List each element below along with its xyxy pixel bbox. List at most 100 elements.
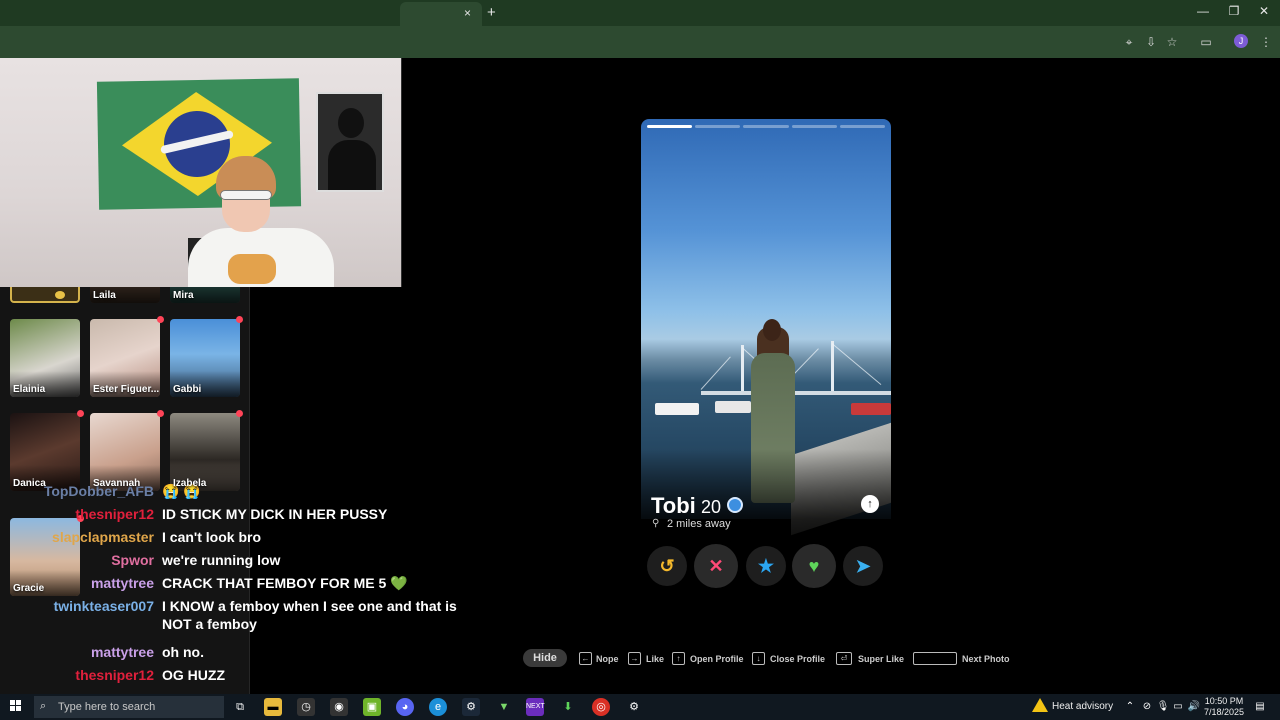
boat <box>655 403 699 415</box>
menu-kebab-icon[interactable]: ⋮ <box>1258 34 1274 50</box>
rewind-icon: ↺ <box>659 555 675 576</box>
bridge-cable <box>700 356 731 390</box>
rewind-button[interactable]: ↺ <box>647 546 687 586</box>
clock-time: 10:50 PM <box>1204 696 1244 706</box>
photo-progress-segment <box>839 125 886 128</box>
match-name: Izabela <box>173 478 207 489</box>
clock-app-icon[interactable]: ◷ <box>297 698 315 716</box>
restore-button[interactable]: ❐ <box>1224 4 1244 18</box>
nope-button[interactable]: ✕ <box>694 544 738 588</box>
boost-button[interactable]: ➤ <box>843 546 883 586</box>
browser-toolbar <box>0 26 1280 58</box>
download-app-icon[interactable]: ⬇ <box>559 698 577 716</box>
match-card[interactable]: Ester Figuer... <box>90 319 160 397</box>
super-like-button[interactable]: ★ <box>746 546 786 586</box>
discord-icon[interactable]: ◕ <box>396 698 414 716</box>
match-name: Danica <box>13 478 46 489</box>
new-match-dot <box>236 410 243 417</box>
match-name: Elainia <box>13 384 46 395</box>
volume-icon[interactable]: 🔊 <box>1185 698 1203 716</box>
obs-icon[interactable]: ◉ <box>330 698 348 716</box>
photo-progress-segment <box>647 125 693 128</box>
chat-username[interactable]: slapclapmaster <box>52 528 154 546</box>
chat-text: CRACK THAT FEMBOY FOR ME 5 💚 <box>162 575 408 591</box>
left-arrow-key-icon: ← <box>579 652 592 665</box>
chat-username[interactable]: thesniper12 <box>75 666 154 684</box>
match-name: Savannah <box>93 478 141 489</box>
location-pin-icon: ⚲ <box>652 518 660 529</box>
hide-hints-button[interactable]: Hide <box>523 649 567 667</box>
chat-username[interactable]: mattytree <box>91 574 154 592</box>
hint-label: Next Photo <box>962 654 1010 664</box>
profile-distance: 2 miles away <box>667 518 731 530</box>
super-like-icon: ★ <box>757 555 775 576</box>
warning-icon <box>1032 698 1048 712</box>
profile-avatar[interactable]: J <box>1234 34 1248 48</box>
webcam-overlay <box>0 58 402 287</box>
chat-username[interactable]: twinkteaser007 <box>54 597 154 615</box>
install-app-icon[interactable]: ⇩ <box>1143 34 1159 50</box>
enter-key-icon: ⏎ <box>836 652 852 665</box>
next-app-icon[interactable]: NEXT <box>526 698 545 716</box>
vectorworks-icon[interactable]: ▼ <box>495 698 513 716</box>
new-match-dot <box>236 316 243 323</box>
boat <box>851 403 891 415</box>
settings-gear-icon[interactable]: ⚙ <box>625 698 643 716</box>
profile-age: 20 <box>701 497 722 517</box>
screen: × + — ❐ ✕ ⌖ ⇩ ☆ ▭ J ⋮ 46 Likes Laila Mir… <box>0 0 1280 720</box>
open-profile-button[interactable]: ↑ <box>861 495 879 513</box>
nvidia-icon[interactable]: ▣ <box>363 698 381 716</box>
match-card[interactable]: Danica <box>10 413 80 491</box>
space-key-icon <box>913 652 957 665</box>
chat-username[interactable]: thesniper12 <box>75 505 154 523</box>
bridge-deck <box>701 391 891 395</box>
hint-label: Nope <box>596 654 619 664</box>
match-card[interactable]: Gabbi <box>170 319 240 397</box>
chat-text: oh no. <box>162 644 204 660</box>
match-card[interactable]: Elainia <box>10 319 80 397</box>
location-icon[interactable]: ⌖ <box>1121 34 1137 50</box>
like-icon: ♥ <box>808 555 820 576</box>
match-card[interactable]: Savannah <box>90 413 160 491</box>
chat-text: OG HUZZ <box>162 667 225 683</box>
weather-status[interactable]: Heat advisory <box>1052 701 1113 712</box>
like-button[interactable]: ♥ <box>792 544 836 588</box>
chrome-icon[interactable]: ◎ <box>592 698 610 716</box>
edge-icon[interactable]: e <box>429 698 447 716</box>
file-explorer-icon[interactable]: ▬ <box>264 698 282 716</box>
bridge-tower <box>831 341 834 395</box>
bridge-tower <box>741 345 744 395</box>
new-match-dot <box>157 316 164 323</box>
close-window-button[interactable]: ✕ <box>1254 4 1274 18</box>
chat-text: we're running low <box>162 552 281 568</box>
profile-name: Tobi <box>651 493 696 518</box>
chat-text: ID STICK MY DICK IN HER PUSSY <box>162 506 388 522</box>
minimize-button[interactable]: — <box>1193 4 1213 18</box>
new-match-dot <box>77 410 84 417</box>
match-card[interactable]: Izabela <box>170 413 240 491</box>
photo-progress-segment <box>743 125 789 128</box>
search-placeholder: Type here to search <box>58 701 156 713</box>
photo-progress-segment <box>791 125 837 128</box>
chat-username[interactable]: Spwor <box>111 551 154 569</box>
steam-icon[interactable]: ⚙ <box>462 698 480 716</box>
page-content: 46 Likes Laila Mira Elainia Ester Figuer… <box>0 58 1280 694</box>
profile-card[interactable]: Tobi 20 ↑ ⚲ 2 miles away ↺ ✕ ★ ♥ ➤ <box>641 119 891 649</box>
task-view-icon[interactable]: ⧉ <box>231 698 249 716</box>
match-name: Gabbi <box>173 384 202 395</box>
clock[interactable]: 10:50 PM 7/18/2025 <box>1204 696 1244 718</box>
bookmark-star-icon[interactable]: ☆ <box>1164 34 1180 50</box>
notifications-icon[interactable]: ▤ <box>1251 698 1269 716</box>
chat-username[interactable]: mattytree <box>91 643 154 661</box>
new-tab-button[interactable]: + <box>487 4 496 21</box>
chat-text: 😭 😭 <box>162 483 201 499</box>
match-name: Ester Figuer... <box>93 384 160 395</box>
verified-icon <box>727 497 743 513</box>
nope-icon: ✕ <box>708 555 724 576</box>
windows-start-icon[interactable] <box>10 700 22 712</box>
hint-label: Open Profile <box>690 654 744 664</box>
tray-chevron-icon[interactable]: ⌃ <box>1121 698 1139 716</box>
side-panel-icon[interactable]: ▭ <box>1198 34 1214 50</box>
hint-label: Super Like <box>858 654 905 664</box>
tab-close-icon[interactable]: × <box>464 6 471 20</box>
